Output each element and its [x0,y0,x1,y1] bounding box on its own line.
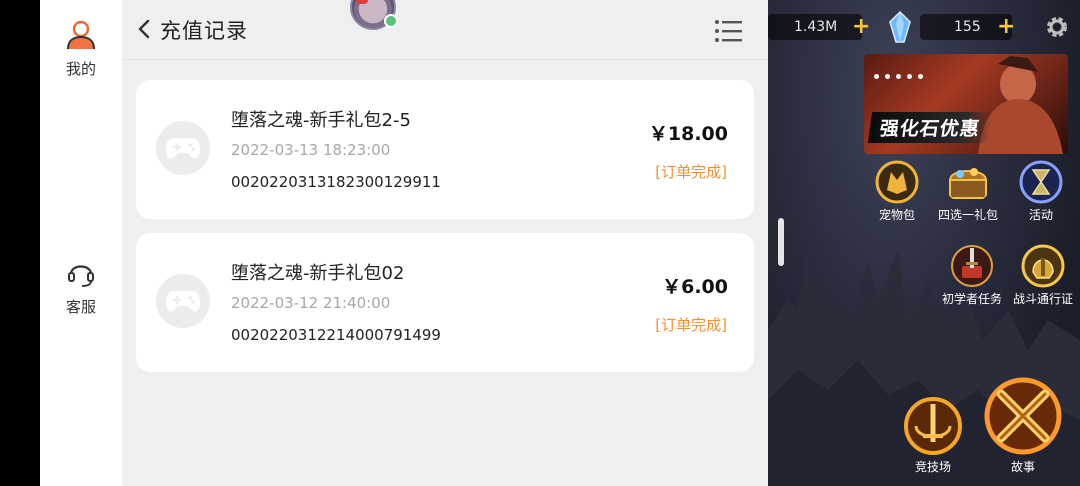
back-arrow-icon[interactable] [130,14,160,44]
choose-gift-button[interactable]: 四选一礼包 [934,160,1002,223]
add-crystal-icon[interactable]: + [997,14,1015,40]
record-time: 2022-03-12 21:40:00 [231,294,391,312]
page-title: 充值记录 [160,19,248,43]
pet-pack-button[interactable]: 宠物包 [868,160,926,223]
gamepad-icon [156,274,210,328]
helmet-icon [1021,244,1065,288]
sidebar-item-service[interactable]: 客服 [40,256,122,317]
hourglass-icon [1019,160,1063,204]
arena-sword-icon [904,397,962,455]
sidebar-item-label: 我的 [65,60,96,78]
battle-pass-button[interactable]: 战斗通行证 [1008,244,1078,307]
arena-button[interactable]: 竞技场 [898,396,968,475]
gold-counter: 1.43M [768,14,862,40]
record-name: 堕落之魂-新手礼包2-5 [231,110,411,131]
record-card[interactable]: 堕落之魂-新手礼包2-5 2022-03-13 18:23:00 0020220… [136,80,754,219]
record-status: [订单完成] [655,316,727,334]
record-card[interactable]: 堕落之魂-新手礼包02 2022-03-12 21:40:00 00202203… [136,233,754,372]
record-time: 2022-03-13 18:23:00 [231,141,391,159]
record-order-number: 0020220312214000791499 [231,326,441,344]
side-nav: 我的 客服 [40,0,122,486]
record-price: ￥18.00 [648,123,728,145]
gear-icon[interactable] [1044,14,1070,40]
promo-title: 强化石优惠 [867,112,993,143]
add-gold-icon[interactable]: + [852,14,870,40]
carousel-dots [874,64,929,83]
list-menu-icon[interactable] [714,18,744,44]
event-button[interactable]: 活动 [1008,160,1074,223]
recharge-records-panel: 充值记录 堕落之魂-新手礼包2-5 2022-03-13 18:23:00 00… [122,0,768,486]
promo-banner[interactable]: 强化石优惠 [864,54,1068,154]
gamepad-icon [156,121,210,175]
story-label: 故事 [1010,460,1035,474]
sword-book-icon [951,245,993,287]
resource-bar: 1.43M + 155 + [768,10,1080,44]
event-label: 活动 [1028,208,1053,222]
record-order-number: 0020220313182300129911 [231,173,441,191]
record-price: ￥6.00 [662,276,728,298]
battle-pass-label: 战斗通行证 [1012,292,1073,306]
sidebar-item-mine[interactable]: 我的 [40,18,122,79]
game-view: 1.43M + 155 + 强化石优惠 宠物包 四选一礼包 活动 初学者任务 战… [768,0,1080,486]
online-badge [384,14,398,28]
record-name: 堕落之魂-新手礼包02 [231,263,405,284]
floating-avatar[interactable] [350,0,398,30]
record-status: [订单完成] [655,163,727,181]
newbie-quest-button[interactable]: 初学者任务 [938,244,1006,307]
arena-label: 竞技场 [914,460,951,474]
crystal-icon [889,10,911,43]
scroll-handle[interactable] [778,218,784,266]
choose-gift-label: 四选一礼包 [937,208,998,222]
headset-icon [68,265,94,287]
crossed-swords-icon [984,377,1062,455]
pet-pack-label: 宠物包 [878,208,915,222]
story-button[interactable]: 故事 [978,376,1068,475]
top-bar: 充值记录 [122,0,768,60]
user-icon [67,20,95,50]
sidebar-item-label: 客服 [65,298,96,316]
wolf-icon [875,160,919,204]
chest-icon [948,168,988,199]
newbie-quest-label: 初学者任务 [941,292,1002,306]
notification-dot [356,0,368,4]
